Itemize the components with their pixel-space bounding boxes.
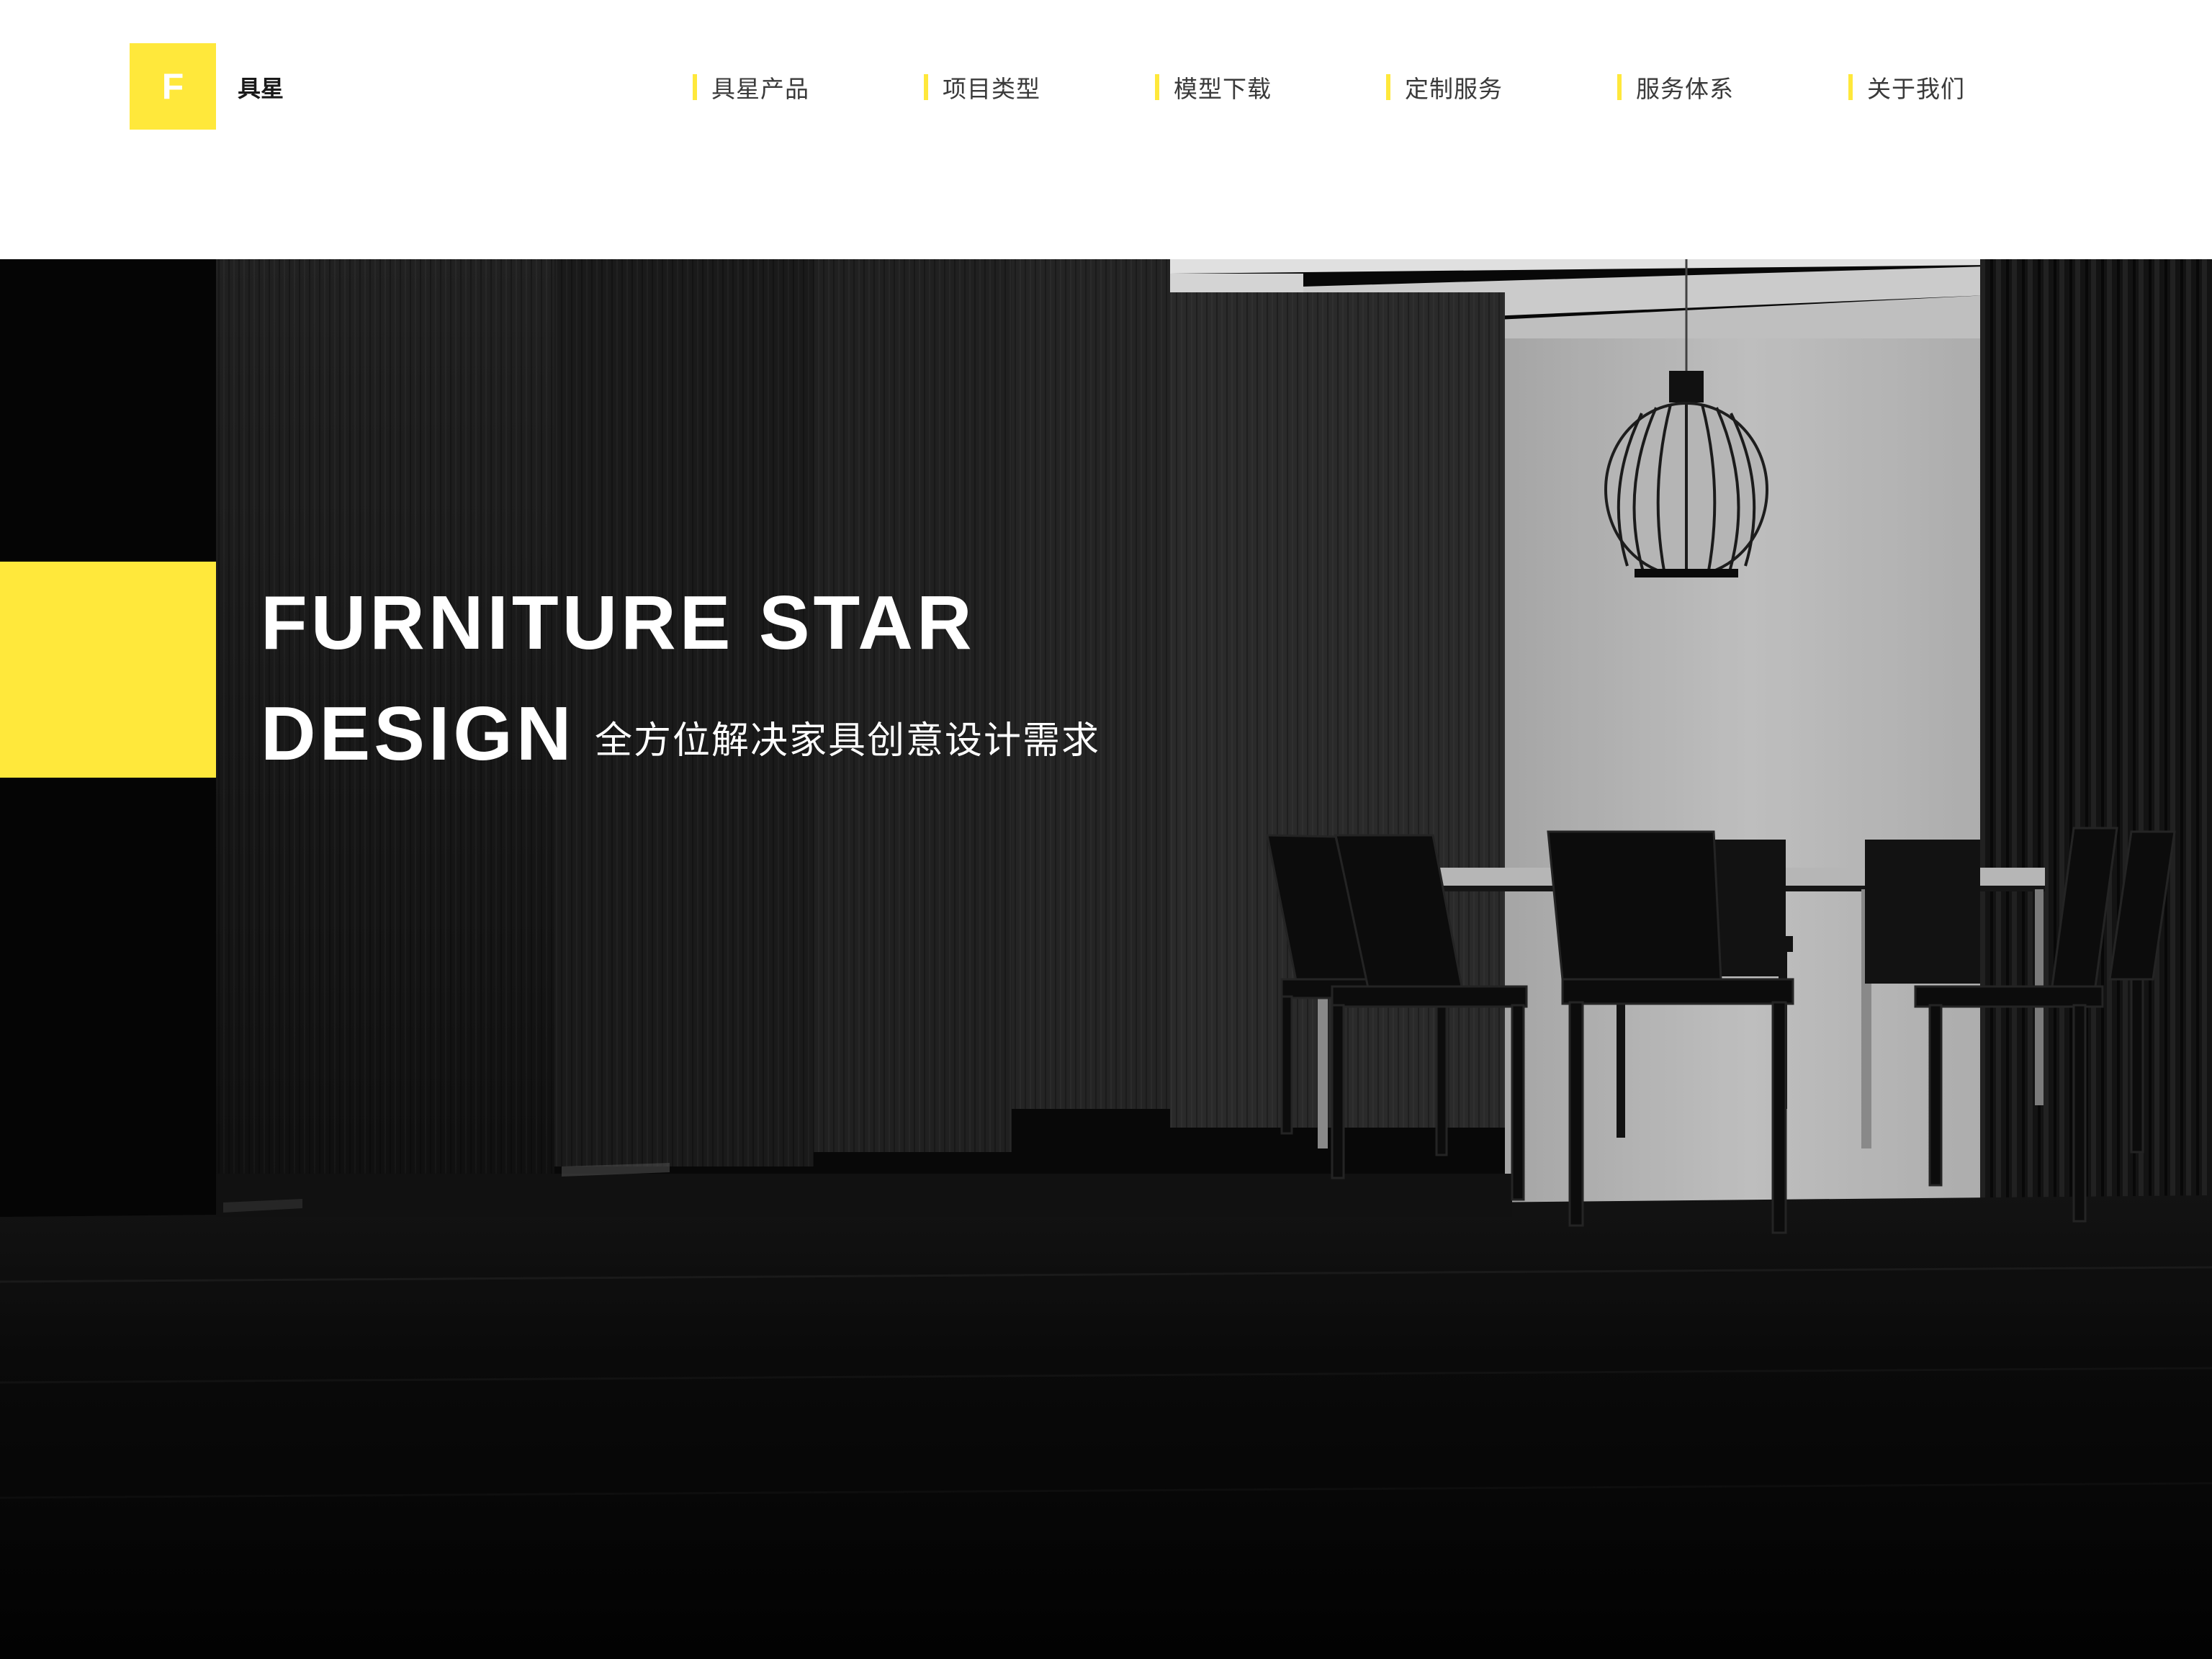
nav-item-project-types[interactable]: 项目类型 <box>924 69 1040 105</box>
nav-label: 模型下载 <box>1174 75 1272 103</box>
nav-item-custom-service[interactable]: 定制服务 <box>1386 69 1503 105</box>
nav-marker <box>1848 74 1853 100</box>
nav-marker <box>693 74 697 100</box>
site-header: F 具星 具星产品 项目类型 模型下载 定制服务 服务体系 关于我们 <box>0 0 2212 259</box>
main-nav: 具星产品 项目类型 模型下载 定制服务 服务体系 关于我们 <box>0 69 2212 105</box>
nav-marker <box>1386 74 1390 100</box>
nav-marker <box>1155 74 1159 100</box>
nav-item-products[interactable]: 具星产品 <box>693 69 809 105</box>
hero-title-line-2: DESIGN <box>261 691 575 776</box>
nav-label: 关于我们 <box>1867 75 1965 103</box>
hero-subtitle: 全方位解决家具创意设计需求 <box>595 719 1101 763</box>
nav-marker <box>924 74 928 100</box>
nav-item-about-us[interactable]: 关于我们 <box>1848 69 1965 105</box>
nav-label: 项目类型 <box>943 75 1040 103</box>
hero-title-line-1: FURNITURE STAR <box>261 580 976 665</box>
accent-block <box>0 562 216 778</box>
nav-label: 服务体系 <box>1636 75 1734 103</box>
nav-label: 定制服务 <box>1405 75 1503 103</box>
nav-label: 具星产品 <box>711 75 809 103</box>
hero-banner: FURNITURE STAR DESIGN 全方位解决家具创意设计需求 <box>0 259 2212 1659</box>
hero-background-image <box>0 259 2212 1659</box>
nav-item-service-system[interactable]: 服务体系 <box>1617 69 1734 105</box>
nav-marker <box>1617 74 1622 100</box>
nav-item-model-download[interactable]: 模型下载 <box>1155 69 1272 105</box>
